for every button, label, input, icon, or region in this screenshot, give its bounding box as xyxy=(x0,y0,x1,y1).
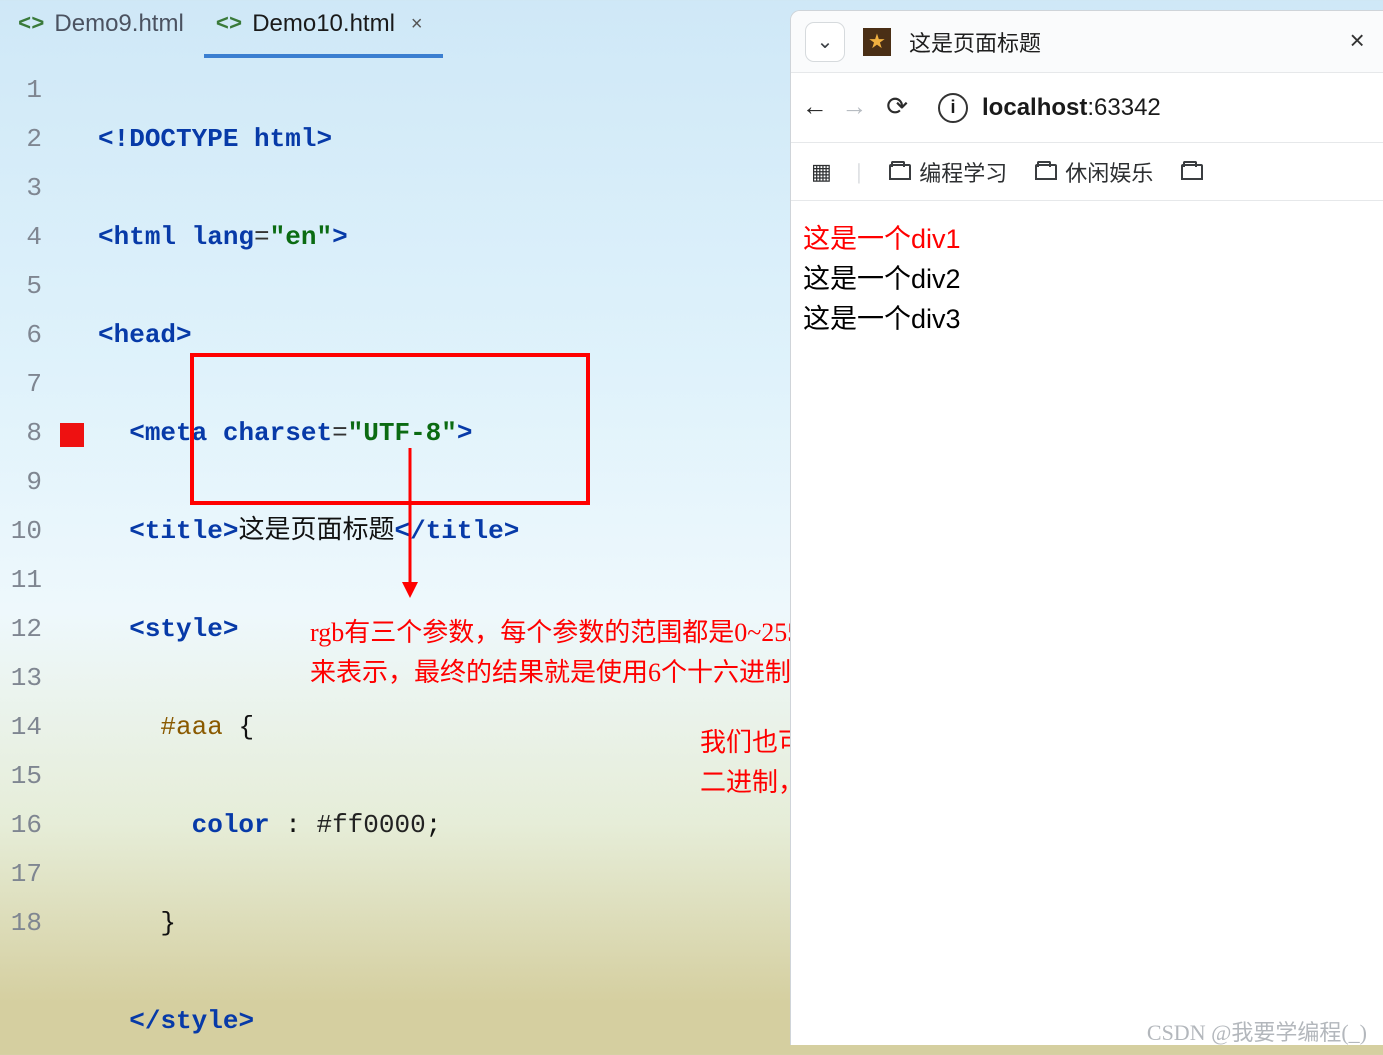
bookmark-folder-2[interactable]: 休闲娱乐 xyxy=(1035,156,1153,188)
folder-icon xyxy=(1181,164,1203,180)
close-tab-button[interactable]: × xyxy=(1349,27,1369,57)
code-line: <head> xyxy=(98,311,577,360)
code-area[interactable]: 123456789 101112131415161718 <!DOCTYPE h… xyxy=(0,58,790,1055)
page-div-1: 这是一个div1 xyxy=(803,219,1371,259)
html-file-icon: <> xyxy=(216,12,242,37)
code-line: <html lang="en"> xyxy=(98,213,577,262)
watermark-text: CSDN @我要学编程(_) xyxy=(1147,1015,1367,1047)
address-bar[interactable]: i localhost:63342 xyxy=(932,93,1367,123)
code-editor: <> Demo9.html <> Demo10.html × 123456789… xyxy=(0,0,790,1055)
code-text[interactable]: <!DOCTYPE html> <html lang="en"> <head> … xyxy=(98,66,577,1055)
browser-tab-title[interactable]: 这是页面标题 xyxy=(909,26,1331,58)
browser-tab-bar: ⌄ ★ 这是页面标题 × xyxy=(791,11,1383,73)
folder-icon xyxy=(889,164,911,180)
folder-icon xyxy=(1035,164,1057,180)
forward-button[interactable]: → xyxy=(847,93,863,123)
tab-demo10[interactable]: <> Demo10.html × xyxy=(204,0,443,58)
tab-label: Demo10.html xyxy=(252,10,395,38)
back-button[interactable]: ← xyxy=(807,93,823,123)
apps-icon[interactable]: ▦ xyxy=(811,159,829,185)
bookmark-bar: ▦ | 编程学习 休闲娱乐 xyxy=(791,143,1383,201)
bookmark-folder-more[interactable] xyxy=(1181,164,1203,180)
chevron-down-icon: ⌄ xyxy=(817,29,834,55)
bookmark-label: 编程学习 xyxy=(919,156,1007,188)
code-line: <title>这是页面标题</title> xyxy=(98,507,577,556)
address-text: localhost:63342 xyxy=(982,94,1161,122)
site-info-icon[interactable]: i xyxy=(938,93,968,123)
tab-label: Demo9.html xyxy=(54,10,183,38)
favicon-icon: ★ xyxy=(863,28,891,56)
gutter-markers xyxy=(48,66,98,1055)
code-line: </style> xyxy=(98,997,577,1046)
color-swatch-icon xyxy=(60,423,84,447)
page-div-3: 这是一个div3 xyxy=(803,299,1371,339)
bookmark-folder-1[interactable]: 编程学习 xyxy=(889,156,1007,188)
close-icon[interactable]: × xyxy=(411,13,423,36)
browser-window: ⌄ ★ 这是页面标题 × ← → ⟳ i localhost:63342 ▦ |… xyxy=(790,10,1383,1045)
page-div-2: 这是一个div2 xyxy=(803,259,1371,299)
tab-search-button[interactable]: ⌄ xyxy=(805,22,845,62)
page-content: 这是一个div1 这是一个div2 这是一个div3 xyxy=(791,201,1383,1045)
code-line: #aaa { xyxy=(98,703,577,752)
browser-nav-bar: ← → ⟳ i localhost:63342 xyxy=(791,73,1383,143)
code-line: color : #ff0000; xyxy=(98,801,577,850)
code-line: <meta charset="UTF-8"> xyxy=(98,409,577,458)
code-line: <!DOCTYPE html> xyxy=(98,115,577,164)
reload-button[interactable]: ⟳ xyxy=(886,92,908,123)
separator: | xyxy=(857,159,861,185)
editor-tab-bar: <> Demo9.html <> Demo10.html × xyxy=(0,0,790,58)
code-line: } xyxy=(98,899,577,948)
bookmark-label: 休闲娱乐 xyxy=(1065,156,1153,188)
tab-demo9[interactable]: <> Demo9.html xyxy=(6,0,204,58)
html-file-icon: <> xyxy=(18,12,44,37)
line-number-gutter: 123456789 101112131415161718 xyxy=(0,66,48,1055)
